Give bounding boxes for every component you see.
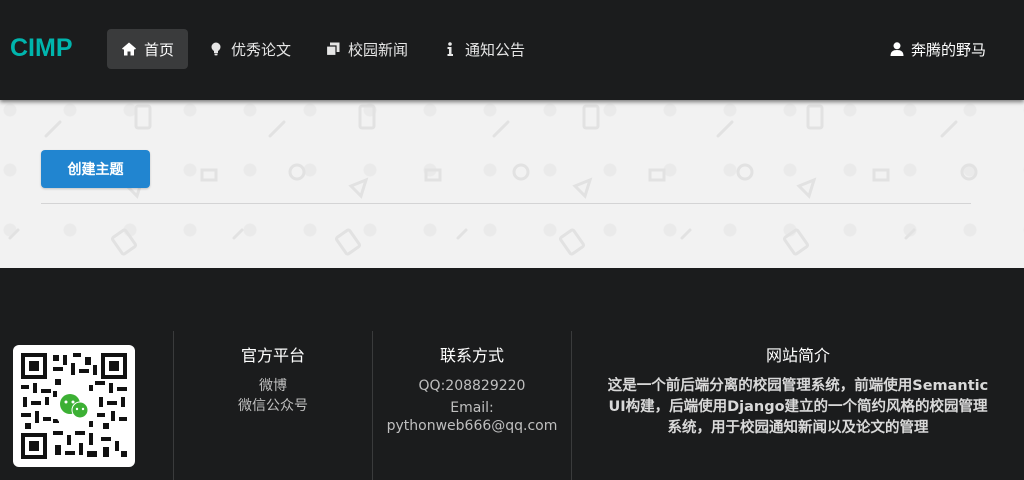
nav-label-notices: 通知公告 xyxy=(465,40,526,59)
nav-item-news[interactable]: 校园新闻 xyxy=(311,29,422,69)
user-icon xyxy=(889,41,905,57)
about-line: 这是一个前后端分离的校园管理系统，前端使用Semantic xyxy=(607,378,989,394)
about-line: 系统，用于校园通知新闻以及论文的管理 xyxy=(667,420,929,436)
nav-label-news: 校园新闻 xyxy=(348,40,409,59)
nav-label-papers: 优秀论文 xyxy=(231,40,292,59)
contact-email-label: Email: xyxy=(450,400,494,416)
contact-title: 联系方式 xyxy=(439,346,504,365)
contact-qq: QQ:208829220 xyxy=(418,378,526,394)
contact-email: pythonweb666@qq.com xyxy=(386,418,558,434)
wechat-account-link[interactable]: 微信公众号 xyxy=(174,396,372,416)
wechat-qr-code xyxy=(13,345,135,467)
main-nav: 首页 优秀论文 校园新闻 通知公告 xyxy=(107,29,545,69)
create-topic-button[interactable]: 创建主题 xyxy=(41,150,150,188)
site-logo[interactable]: CIMP xyxy=(10,34,73,63)
content-divider xyxy=(41,203,971,204)
user-name: 奔腾的野马 xyxy=(910,40,986,59)
home-icon xyxy=(121,41,137,57)
about-line: UI构建，后端使用Django建立的一个简约风格的校园管理 xyxy=(608,399,988,415)
about-title: 网站简介 xyxy=(765,346,830,365)
nav-item-notices[interactable]: 通知公告 xyxy=(428,29,539,69)
lightbulb-icon xyxy=(208,41,224,57)
user-menu[interactable]: 奔腾的野马 xyxy=(889,29,986,69)
main-content: 创建主题 xyxy=(0,100,1024,268)
info-icon xyxy=(442,41,458,57)
nav-item-home[interactable]: 首页 xyxy=(107,29,189,69)
qr-code-icon xyxy=(19,351,129,461)
weibo-link[interactable]: 微博 xyxy=(174,376,372,396)
site-footer: 官方平台 微博 微信公众号 联系方式 QQ:208829220 Email: p… xyxy=(0,268,1024,480)
footer-contact: 联系方式 QQ:208829220 Email: pythonweb666@qq… xyxy=(373,342,571,434)
footer-about: 网站简介 这是一个前后端分离的校园管理系统，前端使用Semantic UI构建，… xyxy=(572,342,1024,439)
background-pattern xyxy=(8,104,978,256)
nav-item-papers[interactable]: 优秀论文 xyxy=(194,29,305,69)
nav-label-home: 首页 xyxy=(144,40,175,59)
platform-title: 官方平台 xyxy=(240,346,305,365)
clone-icon xyxy=(325,41,341,57)
footer-platform: 官方平台 微博 微信公众号 xyxy=(174,342,372,416)
top-menu-bar: CIMP 首页 优秀论文 校园新闻 通知公告 奔腾的野马 xyxy=(0,0,1024,100)
